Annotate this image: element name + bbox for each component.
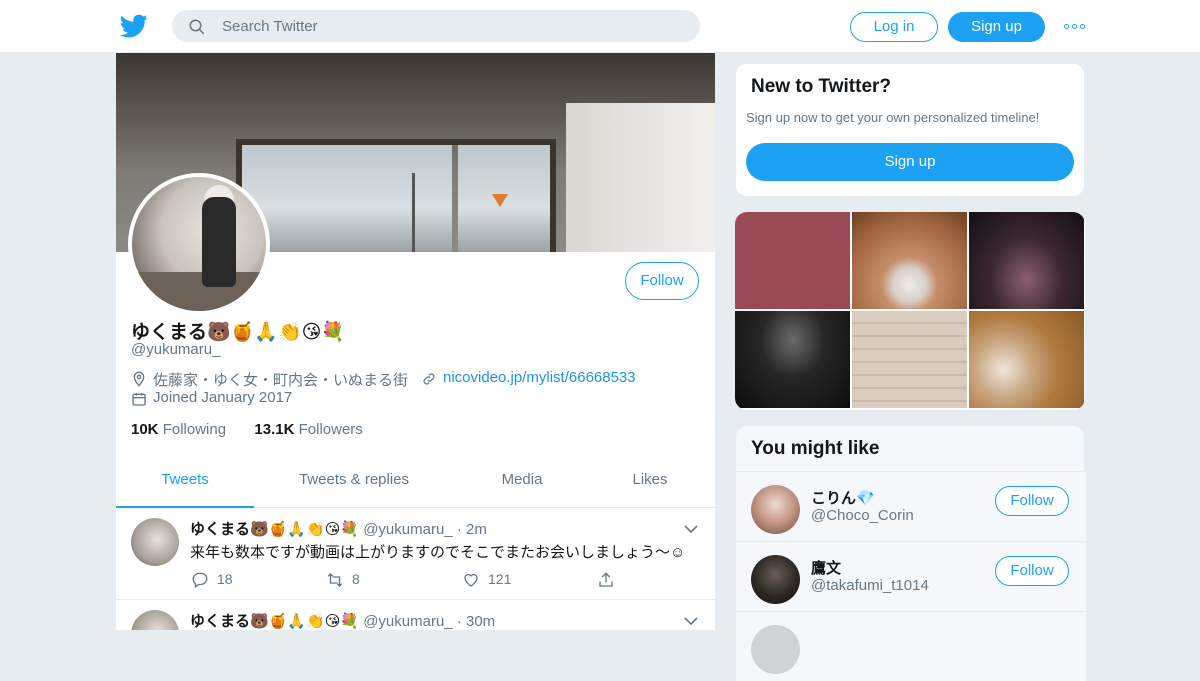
- tweet-avatar[interactable]: [131, 518, 179, 566]
- suggested-user-row[interactable]: こりん💎 @Choco_Corin Follow: [736, 471, 1086, 541]
- search-input[interactable]: [222, 10, 682, 42]
- tweet-text: 来年も数本ですが動画は上がりますのでそこでまたお会いしましょう〜☺: [190, 544, 686, 561]
- banner-orange-marker: [492, 194, 508, 207]
- login-button[interactable]: Log in: [850, 12, 938, 42]
- new-to-twitter-subtitle: Sign up now to get your own personalized…: [746, 110, 1040, 125]
- suggested-user-handle: @Choco_Corin: [811, 507, 914, 524]
- followers-count: 13.1K: [254, 421, 295, 438]
- search-icon: [189, 19, 205, 35]
- media-thumbnail[interactable]: [735, 212, 850, 309]
- profile-follow-button[interactable]: Follow: [625, 262, 699, 300]
- retweet-action[interactable]: 8: [326, 570, 386, 588]
- share-icon: [599, 572, 613, 587]
- profile-handle: @yukumaru_: [131, 341, 221, 358]
- profile-column: Follow ゆくまる🐻🍯🙏👏😘💐 @yukumaru_ 佐藤家・ゆく女・町内会…: [116, 53, 715, 630]
- tab-likes[interactable]: Likes: [616, 461, 684, 508]
- new-to-twitter-title: New to Twitter?: [751, 76, 892, 97]
- tweet-author-handle[interactable]: @yukumaru_: [363, 613, 452, 630]
- location-text: 佐藤家・ゆく女・町内会・いぬまる街: [153, 372, 409, 389]
- reply-action[interactable]: 18: [191, 570, 251, 589]
- tweet-header: ゆくまる🐻🍯🙏👏😘💐 @yukumaru_ · 30m: [190, 610, 495, 630]
- suggested-user-row[interactable]: 鷹文 @takafumi_t1014 Follow: [736, 541, 1086, 611]
- link-icon: [423, 373, 435, 385]
- tweet-author-handle[interactable]: @yukumaru_: [363, 521, 452, 538]
- profile-location: 佐藤家・ゆく女・町内会・いぬまる街: [131, 369, 421, 389]
- tweet-author-name[interactable]: ゆくまる🐻🍯🙏👏😘💐: [190, 521, 359, 538]
- like-action[interactable]: 121: [462, 570, 532, 588]
- tweet-avatar[interactable]: [131, 610, 179, 630]
- following-stat[interactable]: 10K Following: [131, 421, 226, 438]
- profile-joined: Joined January 2017: [131, 389, 381, 409]
- tab-media[interactable]: Media: [476, 461, 568, 508]
- banner-tower: [412, 173, 415, 252]
- media-thumbnail[interactable]: [852, 212, 967, 309]
- new-to-twitter-card: New to Twitter? Sign up now to get your …: [735, 63, 1085, 197]
- reply-count: 18: [217, 571, 233, 587]
- avatar-floor: [132, 272, 266, 311]
- profile-website[interactable]: nicovideo.jp/mylist/66668533: [421, 369, 651, 389]
- banner-window-frame: [236, 139, 556, 252]
- signup-button[interactable]: Sign up: [948, 12, 1045, 42]
- retweet-icon: [327, 573, 343, 587]
- twitter-bird-logo-icon[interactable]: [120, 12, 148, 40]
- media-thumbnail[interactable]: [852, 311, 967, 408]
- profile-avatar[interactable]: [128, 173, 270, 315]
- following-count: 10K: [131, 421, 159, 438]
- tab-tweets[interactable]: Tweets: [116, 461, 254, 508]
- suggested-user-name[interactable]: 鷹文: [811, 557, 841, 578]
- media-grid: [735, 212, 1085, 410]
- tweet-item[interactable]: ゆくまる🐻🍯🙏👏😘💐 @yukumaru_ · 30m: [116, 600, 715, 630]
- calendar-icon: [132, 393, 146, 406]
- chevron-down-icon[interactable]: [684, 616, 698, 626]
- followers-stat[interactable]: 13.1K Followers: [254, 421, 362, 438]
- reply-icon: [192, 572, 208, 589]
- following-label: Following: [162, 421, 227, 438]
- suggested-user-avatar[interactable]: [751, 485, 800, 534]
- you-might-like-card: You might like こりん💎 @Choco_Corin Follow …: [735, 425, 1086, 681]
- search-box[interactable]: [172, 10, 700, 42]
- top-navigation-bar: Log in Sign up: [0, 0, 1200, 53]
- followers-label: Followers: [298, 421, 363, 438]
- like-count: 121: [488, 571, 512, 587]
- share-action[interactable]: [597, 570, 617, 588]
- heart-icon: [464, 573, 478, 587]
- media-thumbnail[interactable]: [969, 212, 1084, 309]
- tweet-item[interactable]: ゆくまる🐻🍯🙏👏😘💐 @yukumaru_ · 2m 来年も数本ですが動画は上が…: [116, 508, 715, 600]
- chevron-down-icon[interactable]: [684, 524, 698, 534]
- suggested-user-handle: @takafumi_t1014: [811, 577, 929, 594]
- suggested-user-row[interactable]: [736, 611, 1086, 681]
- location-pin-icon: [133, 371, 145, 387]
- profile-stats: 10K Following 13.1K Followers: [131, 421, 363, 438]
- suggested-user-follow-button[interactable]: Follow: [995, 556, 1069, 586]
- website-link[interactable]: nicovideo.jp/mylist/66668533: [443, 369, 636, 386]
- suggested-user-avatar[interactable]: [751, 555, 800, 604]
- tab-tweets-and-replies[interactable]: Tweets & replies: [276, 461, 432, 508]
- you-might-like-title: You might like: [751, 438, 880, 459]
- sidebar-signup-button[interactable]: Sign up: [746, 143, 1074, 181]
- joined-text: Joined January 2017: [153, 389, 293, 406]
- avatar-figure: [202, 197, 236, 287]
- profile-tabs: Tweets Tweets & replies Media Likes: [116, 461, 715, 508]
- tweet-author-name[interactable]: ゆくまる🐻🍯🙏👏😘💐: [190, 613, 359, 630]
- tweet-timestamp[interactable]: · 30m: [457, 613, 495, 630]
- retweet-count: 8: [352, 571, 360, 587]
- profile-name: ゆくまる🐻🍯🙏👏😘💐: [131, 322, 346, 343]
- media-thumbnail[interactable]: [735, 311, 850, 408]
- suggested-user-name[interactable]: こりん💎: [811, 487, 875, 508]
- tweet-timestamp[interactable]: · 2m: [457, 521, 487, 538]
- suggested-user-follow-button[interactable]: Follow: [995, 486, 1069, 516]
- media-thumbnail[interactable]: [969, 311, 1084, 408]
- banner-wall: [566, 103, 715, 252]
- suggested-user-avatar[interactable]: [751, 625, 800, 674]
- more-options-icon[interactable]: [1064, 16, 1086, 36]
- tweet-header: ゆくまる🐻🍯🙏👏😘💐 @yukumaru_ · 2m: [190, 518, 487, 539]
